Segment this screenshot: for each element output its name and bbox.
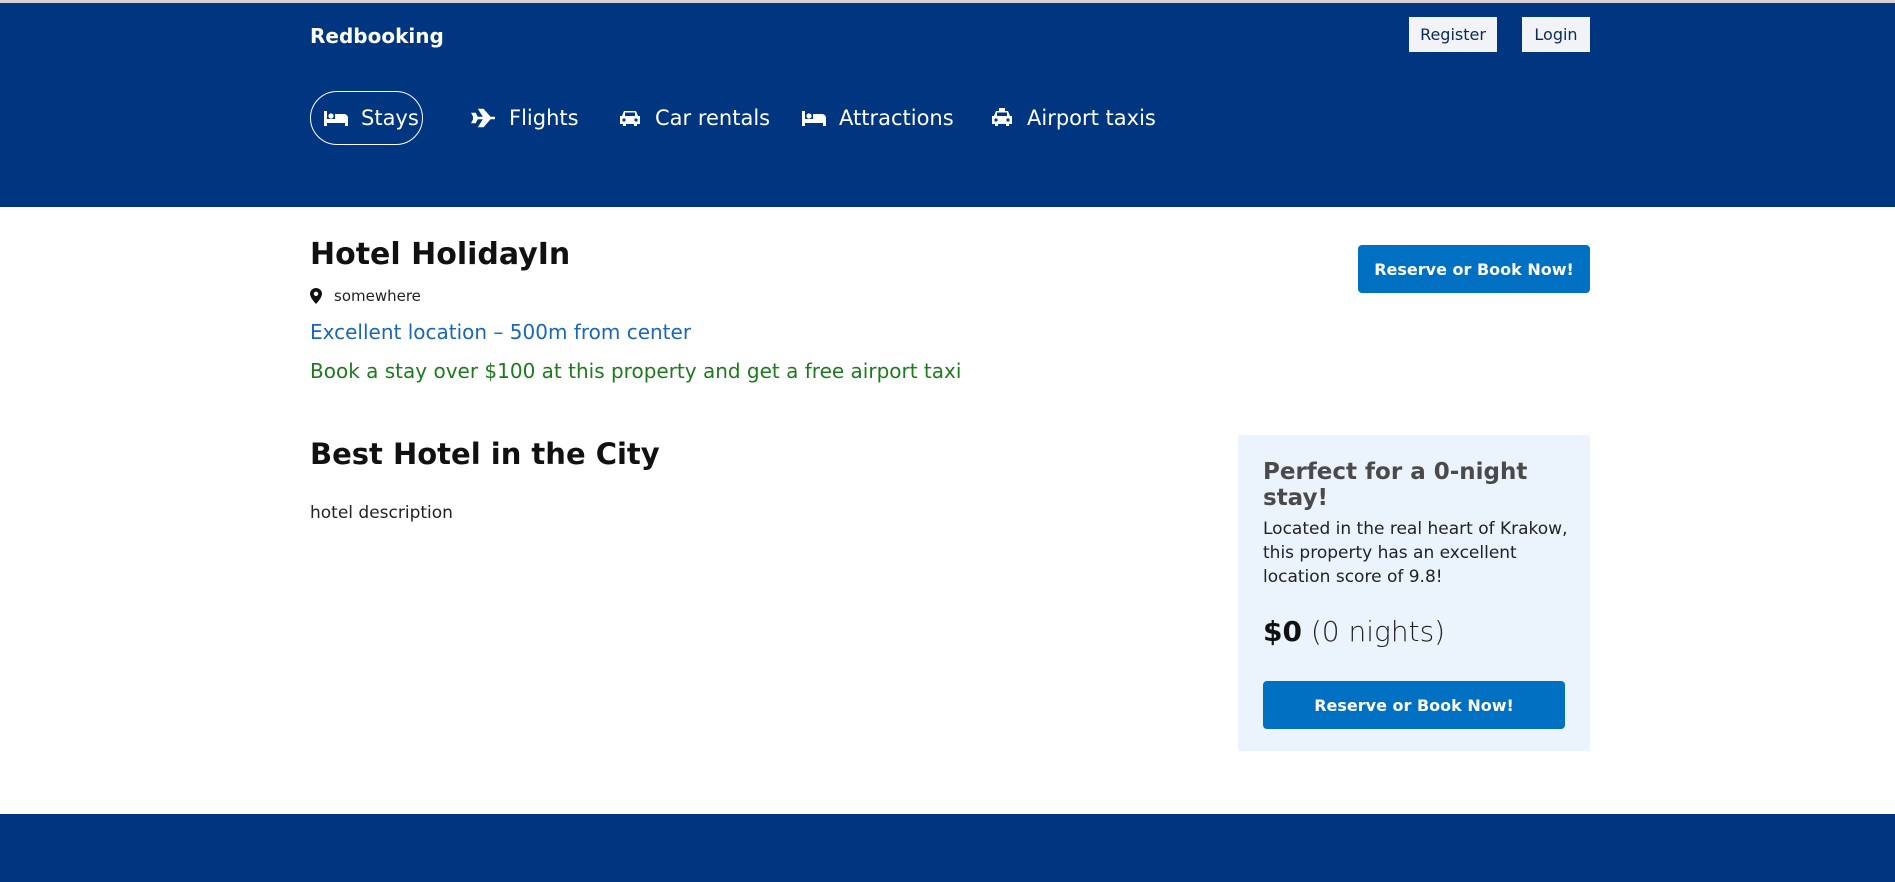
bed-icon — [323, 108, 349, 128]
nav-item-flights[interactable]: Flights — [471, 91, 579, 145]
price-summary: $0 (0 nights) — [1263, 615, 1445, 648]
hotel-headline: Best Hotel in the City — [310, 437, 660, 471]
nav-item-label: Airport taxis — [1027, 106, 1156, 130]
map-pin-icon — [310, 288, 322, 304]
site-header: Redbooking Register Login Stays Flights … — [0, 3, 1895, 207]
card-text: Located in the real heart of Krakow, thi… — [1263, 519, 1568, 587]
hotel-address: somewhere — [310, 287, 421, 305]
address-text: somewhere — [334, 287, 421, 305]
nav-item-label: Stays — [361, 106, 419, 130]
nav-item-label: Flights — [509, 106, 579, 130]
nav-item-car-rentals[interactable]: Car rentals — [617, 91, 770, 145]
nav-item-attractions[interactable]: Attractions — [801, 91, 954, 145]
reserve-button[interactable]: Reserve or Book Now! — [1358, 245, 1590, 293]
nav-item-label: Attractions — [839, 106, 954, 130]
register-button[interactable]: Register — [1409, 17, 1497, 52]
hotel-page: Hotel HolidayIn somewhere Excellent loca… — [0, 207, 1895, 813]
taxi-icon — [989, 108, 1015, 128]
site-footer — [0, 814, 1895, 882]
bed-icon — [801, 108, 827, 128]
nav-item-label: Car rentals — [655, 106, 771, 130]
location-note: Excellent location – 500m from center — [310, 320, 692, 344]
reserve-button-card[interactable]: Reserve or Book Now! — [1263, 681, 1565, 729]
nav-item-airport-taxis[interactable]: Airport taxis — [989, 91, 1156, 145]
booking-summary-card: Perfect for a 0-night stay! Located in t… — [1238, 435, 1590, 751]
plane-icon — [471, 108, 497, 128]
login-button[interactable]: Login — [1522, 17, 1590, 52]
card-title: Perfect for a 0-night stay! — [1263, 459, 1528, 511]
price-nights: (0 nights) — [1310, 615, 1446, 648]
price-amount: $0 — [1263, 615, 1302, 648]
hotel-description: hotel description — [310, 503, 453, 523]
nav-item-stays[interactable]: Stays — [310, 91, 423, 145]
taxi-offer: Book a stay over $100 at this property a… — [310, 359, 962, 383]
car-icon — [617, 108, 643, 128]
brand-logo[interactable]: Redbooking — [310, 24, 444, 48]
hotel-title: Hotel HolidayIn — [310, 237, 571, 272]
